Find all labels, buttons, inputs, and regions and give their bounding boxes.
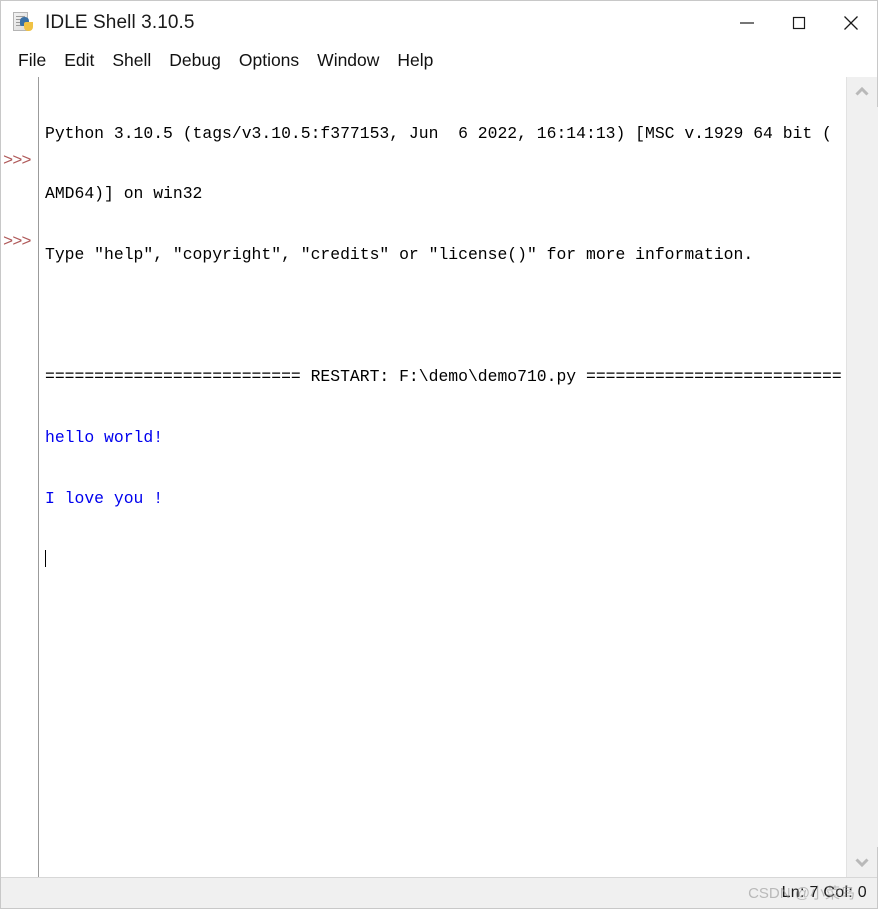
prompt-marker: >>> bbox=[3, 233, 32, 252]
shell-line: I love you ! bbox=[45, 488, 164, 508]
maximize-button[interactable] bbox=[773, 1, 825, 45]
scroll-up-button[interactable] bbox=[847, 77, 878, 107]
menu-item-file[interactable]: File bbox=[9, 49, 55, 74]
menu-item-help[interactable]: Help bbox=[388, 49, 442, 74]
shell-line: Type "help", "copyright", "credits" or "… bbox=[45, 245, 754, 265]
shell-line: hello world! bbox=[45, 428, 164, 448]
text-cursor bbox=[45, 549, 46, 567]
cursor-position-status: Ln: 7 Col: 0 bbox=[781, 884, 867, 901]
vertical-scrollbar[interactable] bbox=[846, 77, 878, 877]
menu-item-shell[interactable]: Shell bbox=[103, 49, 160, 74]
menu-item-options[interactable]: Options bbox=[230, 49, 308, 74]
shell-line: AMD64)] on win32 bbox=[45, 184, 203, 204]
status-bar: CSDN @小菜鸟 Ln: 7 Col: 0 bbox=[1, 877, 877, 908]
scroll-down-button[interactable] bbox=[847, 847, 878, 877]
shell-line bbox=[45, 306, 846, 326]
chevron-down-icon bbox=[855, 858, 869, 868]
chevron-up-icon bbox=[855, 86, 869, 96]
scrollbar-track[interactable] bbox=[846, 107, 878, 847]
shell-output-text[interactable]: Python 3.10.5 (tags/v3.10.5:f377153, Jun… bbox=[39, 77, 846, 877]
maximize-icon bbox=[792, 16, 806, 30]
prompt-gutter: >>> >>> bbox=[1, 77, 39, 877]
shell-line: Python 3.10.5 (tags/v3.10.5:f377153, Jun… bbox=[45, 123, 832, 143]
shell-line: ========================== RESTART: F:\d… bbox=[45, 367, 842, 387]
minimize-button[interactable] bbox=[721, 1, 773, 45]
window-title: IDLE Shell 3.10.5 bbox=[45, 12, 195, 33]
python-document-icon bbox=[13, 12, 35, 34]
menu-item-debug[interactable]: Debug bbox=[160, 49, 230, 74]
prompt-marker: >>> bbox=[3, 152, 32, 171]
close-button[interactable] bbox=[825, 1, 877, 45]
menu-item-edit[interactable]: Edit bbox=[55, 49, 103, 74]
title-bar: IDLE Shell 3.10.5 bbox=[1, 1, 877, 45]
shell-area: >>> >>> Python 3.10.5 (tags/v3.10.5:f377… bbox=[1, 77, 878, 877]
close-icon bbox=[844, 16, 858, 30]
idle-shell-window: IDLE Shell 3.10.5 File Edit Shell Debug … bbox=[0, 0, 878, 909]
window-controls bbox=[721, 1, 877, 45]
menu-item-window[interactable]: Window bbox=[308, 49, 388, 74]
menu-bar: File Edit Shell Debug Options Window Hel… bbox=[1, 45, 877, 77]
minimize-icon bbox=[740, 22, 754, 24]
